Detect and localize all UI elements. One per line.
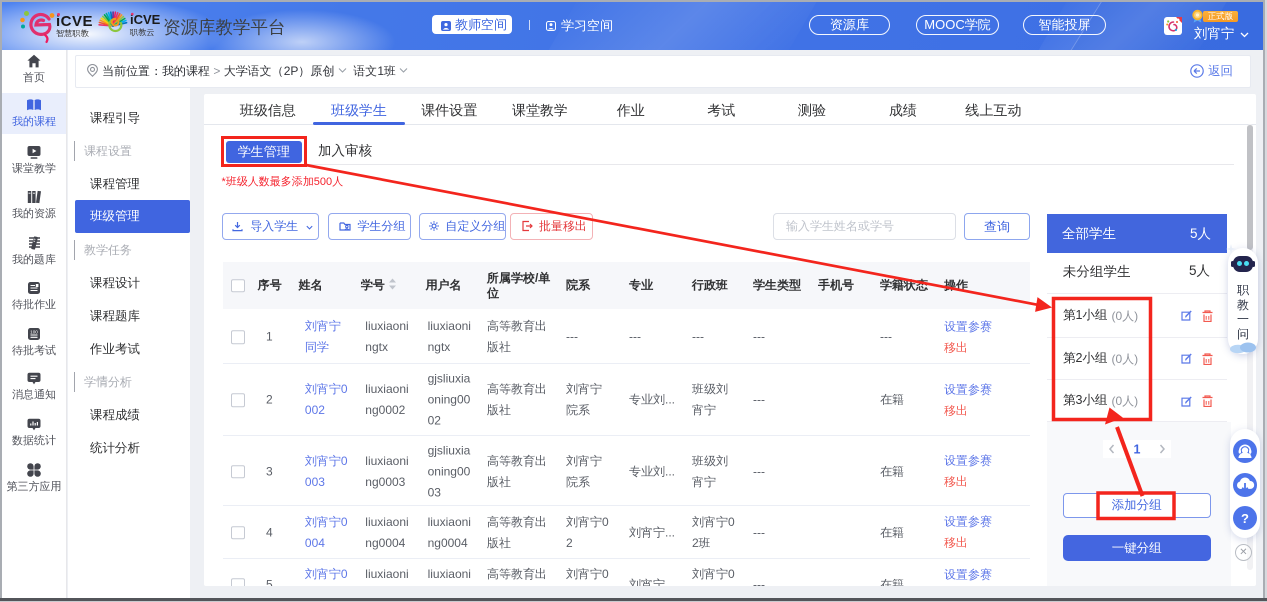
- svg-text:iCVE: iCVE: [56, 13, 93, 30]
- svg-text:100: 100: [30, 329, 38, 334]
- svg-text:iCVE: iCVE: [130, 12, 161, 27]
- svg-text:智慧职教: 智慧职教: [56, 28, 90, 39]
- svg-text:1: 1: [1133, 442, 1140, 456]
- svg-text:?: ?: [1241, 511, 1249, 526]
- svg-text:职教云: 职教云: [129, 28, 155, 38]
